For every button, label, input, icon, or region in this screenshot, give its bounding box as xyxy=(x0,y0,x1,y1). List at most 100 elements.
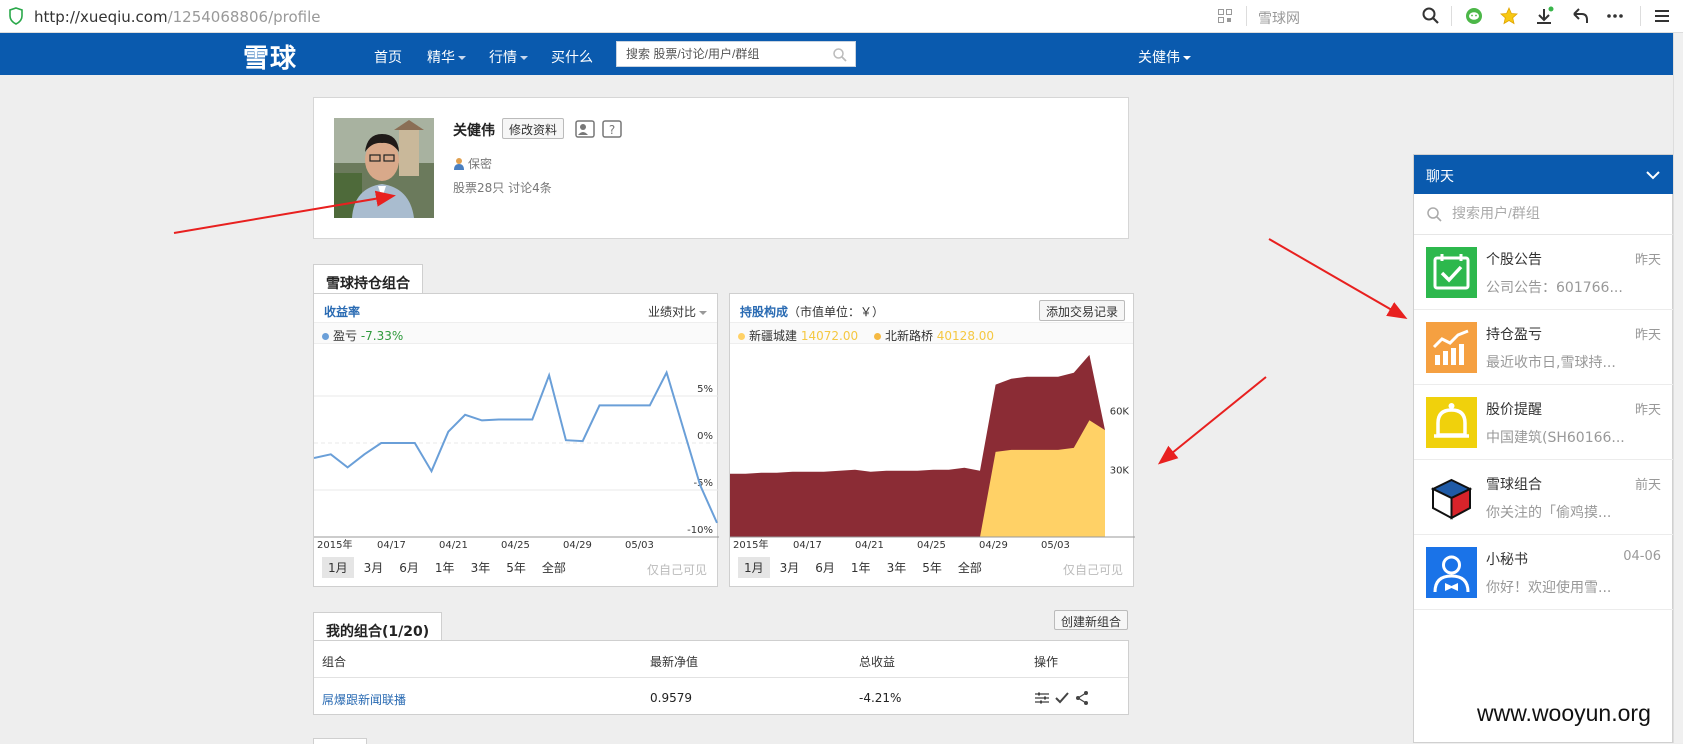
contact-card-icon[interactable] xyxy=(574,118,596,140)
y-tick-label: 5% xyxy=(697,384,713,395)
x-tick-label: 04/29 xyxy=(563,540,592,549)
legend-name: 新疆城建 xyxy=(749,329,798,343)
holdings-legend: 新疆城建 14072.00 北新路桥 40128.00 xyxy=(730,322,1133,344)
address-bar[interactable]: http://xueqiu.com/1254068806/profile xyxy=(34,8,321,26)
chat-item-time: 前天 xyxy=(1634,478,1661,493)
range-5y[interactable]: 5年 xyxy=(500,557,532,578)
x-tick-label: 04/17 xyxy=(793,540,822,549)
x-tick-label: 04/21 xyxy=(855,540,884,549)
wechat-icon[interactable] xyxy=(1464,6,1484,26)
portfolio-nav: 0.9579 xyxy=(650,691,692,705)
range-all[interactable]: 全部 xyxy=(952,557,988,578)
search-icon[interactable] xyxy=(832,47,848,63)
x-tick-label: 2015年 xyxy=(317,538,352,549)
x-tick-label: 2015年 xyxy=(733,538,768,549)
qr-code-icon[interactable] xyxy=(1218,9,1232,23)
range-3y[interactable]: 3年 xyxy=(465,557,497,578)
chat-item-price-alert[interactable]: 股价提醒 中国建筑(SH60166... 昨天 xyxy=(1414,385,1673,460)
user-menu[interactable]: 关健伟 xyxy=(1138,47,1191,67)
range-3m[interactable]: 3月 xyxy=(358,557,390,578)
chat-item-position-pnl[interactable]: 持仓盈亏 最近收市日,雪球持... 昨天 xyxy=(1414,310,1673,385)
bell-icon xyxy=(1426,397,1477,448)
chat-item-message: 最近收市日,雪球持... xyxy=(1486,355,1616,371)
share-icon[interactable] xyxy=(1074,690,1090,706)
private-note: 仅自己可见 xyxy=(646,563,707,577)
chat-panel: 聊天 个股公告 公司公告：601766... 昨天 持仓盈亏 最近收市日,雪球持… xyxy=(1413,154,1673,743)
chat-item-message: 你好！欢迎使用雪... xyxy=(1486,580,1612,596)
chat-item-title: 个股公告 xyxy=(1486,252,1542,268)
y-tick-label: 30K xyxy=(1110,466,1130,477)
holdings-title: 持股构成（市值单位：￥） xyxy=(740,305,885,319)
returns-range-selector: 1月 3月 6月 1年 3年 5年 全部 xyxy=(322,557,576,578)
chat-item-time: 昨天 xyxy=(1634,328,1661,343)
returns-legend: 盈亏 -7.33% xyxy=(314,322,717,344)
settings-sliders-icon[interactable] xyxy=(1034,690,1050,706)
site-logo[interactable]: 雪球 xyxy=(243,38,297,75)
chat-item-title: 持仓盈亏 xyxy=(1486,327,1542,343)
chat-item-xueqiu-portfolio[interactable]: 雪球组合 你关注的「偷鸡摸... 前天 xyxy=(1414,460,1673,535)
nav-item-featured[interactable]: 精华 xyxy=(427,47,466,67)
range-3m[interactable]: 3月 xyxy=(774,557,806,578)
help-icon[interactable]: ? xyxy=(601,118,623,140)
legend-name: 盈亏 xyxy=(333,329,358,343)
menu-icon[interactable] xyxy=(1652,6,1672,26)
range-6m[interactable]: 6月 xyxy=(393,557,425,578)
range-1y[interactable]: 1年 xyxy=(845,557,877,578)
cube-icon xyxy=(1430,478,1473,520)
x-tick-label: 05/03 xyxy=(1041,540,1070,549)
portfolio-name-link[interactable]: 屌爆跟新闻联播 xyxy=(322,691,406,708)
chat-search-input[interactable] xyxy=(1452,205,1652,221)
search-icon xyxy=(1427,207,1442,222)
y-tick-label: -10% xyxy=(687,525,713,536)
chat-item-stock-announcements[interactable]: 个股公告 公司公告：601766... 昨天 xyxy=(1414,235,1673,310)
check-icon[interactable] xyxy=(1054,690,1070,706)
range-6m[interactable]: 6月 xyxy=(809,557,841,578)
nav-item-home[interactable]: 首页 xyxy=(374,47,402,67)
more-icon[interactable] xyxy=(1605,6,1625,26)
range-all[interactable]: 全部 xyxy=(536,557,572,578)
portfolio-return: -4.21% xyxy=(859,691,902,705)
chat-item-title: 小秘书 xyxy=(1486,552,1528,568)
chat-item-message: 公司公告：601766... xyxy=(1486,280,1623,296)
chart-bars-icon xyxy=(1426,322,1477,373)
url-host: http://xueqiu.com xyxy=(34,8,168,26)
range-1m[interactable]: 1月 xyxy=(322,557,354,578)
x-tick-label: 04/25 xyxy=(917,540,946,549)
returns-title: 收益率 xyxy=(324,305,361,319)
returns-chart: 5% 0% -5% -10% 2015年 04/17 04/21 04/25 04/29 05/0… xyxy=(314,369,719,549)
chevron-down-icon xyxy=(520,56,528,60)
column-header: 组合 xyxy=(322,655,347,669)
chevron-down-icon xyxy=(699,310,707,315)
download-icon[interactable] xyxy=(1534,6,1554,26)
page-scrollbar[interactable] xyxy=(1673,33,1683,743)
series-line xyxy=(314,369,718,524)
browser-search-field[interactable]: 雪球网 xyxy=(1258,8,1300,28)
range-1m[interactable]: 1月 xyxy=(738,557,770,578)
chat-item-time: 昨天 xyxy=(1634,403,1661,418)
nav-item-market[interactable]: 行情 xyxy=(489,47,528,67)
annotation-arrow xyxy=(1157,376,1267,465)
chat-item-message: 你关注的「偷鸡摸... xyxy=(1486,505,1612,521)
browser-toolbar: http://xueqiu.com/1254068806/profile 雪球网 xyxy=(0,0,1683,33)
site-search-input[interactable] xyxy=(617,42,817,66)
undo-icon[interactable] xyxy=(1570,6,1590,26)
range-1y[interactable]: 1年 xyxy=(429,557,461,578)
performance-compare-dropdown[interactable]: 业绩对比 xyxy=(648,303,707,320)
y-tick-label: 0% xyxy=(697,431,713,442)
nav-item-what-to-buy[interactable]: 买什么 xyxy=(551,47,593,67)
range-3y[interactable]: 3年 xyxy=(881,557,913,578)
profile-card: 关健伟 修改资料 ? 保密 股票28只 讨论4条 xyxy=(313,97,1129,239)
chevron-down-icon[interactable] xyxy=(1645,167,1661,183)
create-portfolio-button[interactable]: 创建新组合 xyxy=(1054,610,1129,630)
chat-title: 聊天 xyxy=(1426,169,1454,185)
avatar[interactable] xyxy=(334,118,434,218)
x-tick-label: 04/21 xyxy=(439,540,468,549)
range-5y[interactable]: 5年 xyxy=(916,557,948,578)
edit-profile-button[interactable]: 修改资料 xyxy=(502,118,565,139)
chat-header[interactable]: 聊天 xyxy=(1414,155,1673,194)
chat-search xyxy=(1414,194,1673,235)
chat-item-assistant[interactable]: 小秘书 你好！欢迎使用雪... 04-06 xyxy=(1414,535,1673,610)
star-icon[interactable] xyxy=(1499,6,1519,26)
add-trade-button[interactable]: 添加交易记录 xyxy=(1038,300,1125,321)
search-icon[interactable] xyxy=(1421,6,1441,26)
